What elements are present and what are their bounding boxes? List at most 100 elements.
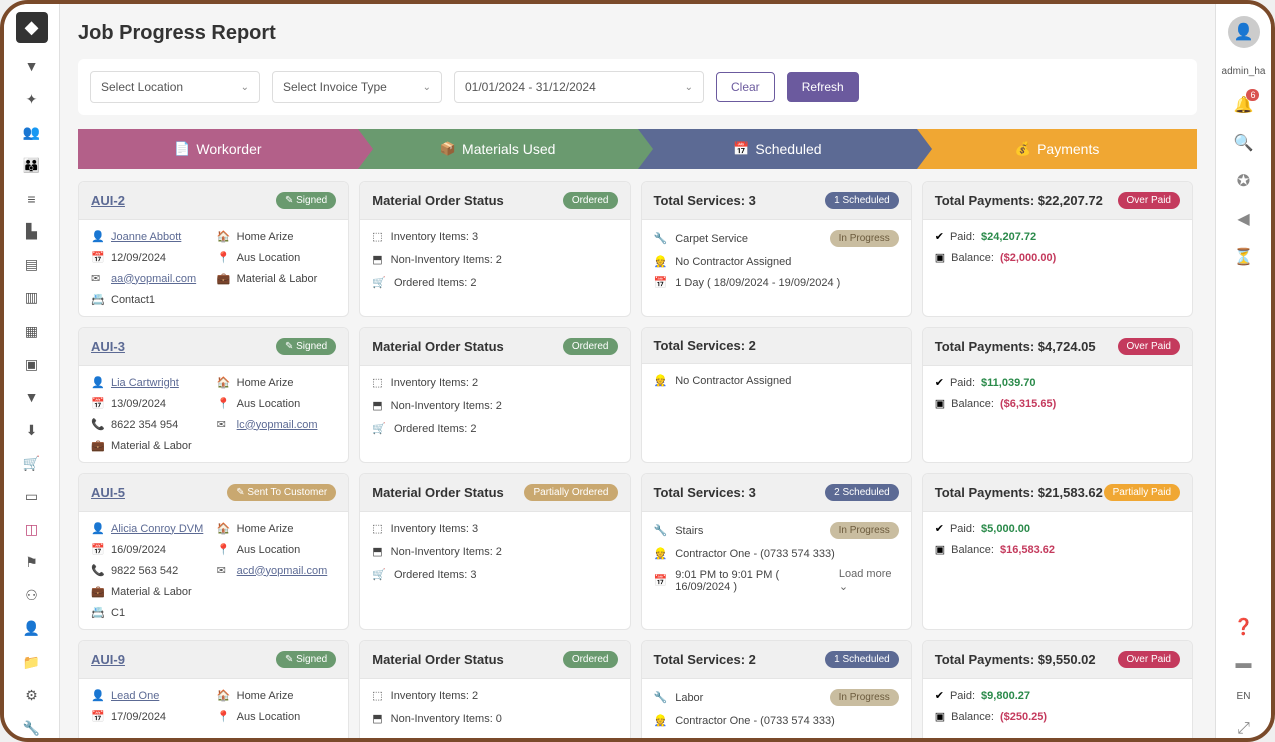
scheduled-card: Total Services: 32 Scheduled 🔧StairsIn P… (641, 473, 912, 630)
menu-icon[interactable]: ▬ (1236, 655, 1252, 673)
users-icon[interactable]: 👥 (22, 123, 42, 142)
noninventory-icon: ⬒ (372, 545, 382, 558)
gear-icon[interactable]: ⚙ (22, 686, 42, 705)
status-badge: Over Paid (1118, 192, 1180, 209)
avatar[interactable]: 👤 (1228, 16, 1260, 48)
email-link[interactable]: lc@yopmail.com (237, 419, 318, 431)
file-icon: 📄 (174, 141, 190, 157)
sidebar-left: ◆ ▼ ✦ 👥 👪 ≡ ▙ ▤ ▥ ▦ ▣ ▼ ⬇ 🛒 ▭ ◫ ⚑ ⚇ 👤 📁 … (4, 4, 60, 738)
send-icon[interactable]: ◀ (1237, 209, 1249, 229)
date-range-select[interactable]: 01/01/2024 - 31/12/2024⌄ (454, 71, 704, 103)
status-badge: Partially Paid (1104, 484, 1180, 501)
con-icon: 👷 (654, 255, 668, 268)
cal-icon: 📅 (654, 574, 668, 587)
noninventory-icon: ⬒ (372, 712, 382, 725)
status-badge: Ordered (563, 651, 618, 668)
notification-count: 6 (1246, 89, 1259, 101)
workorder-id-link[interactable]: AUI-5 (91, 485, 125, 500)
email-link[interactable]: acd@yopmail.com (237, 565, 328, 577)
doc3-icon[interactable]: ▦ (22, 321, 42, 340)
customer-link[interactable]: Joanne Abbott (111, 231, 181, 243)
invoice-type-select[interactable]: Select Invoice Type⌄ (272, 71, 442, 103)
app-logo[interactable]: ◆ (16, 12, 48, 43)
pin-icon: 📍 (217, 710, 231, 723)
tab-payments[interactable]: 💰Payments (917, 129, 1197, 169)
workorder-id-link[interactable]: AUI-3 (91, 339, 125, 354)
person-icon[interactable]: ⚇ (22, 586, 42, 605)
status-badge: ✎ Signed (276, 338, 336, 355)
briefcase-icon: 💼 (91, 439, 105, 452)
doc2-icon[interactable]: ▥ (22, 288, 42, 307)
screen-icon[interactable]: ▭ (22, 487, 42, 506)
team-icon[interactable]: 👪 (22, 156, 42, 175)
customer-link[interactable]: Lia Cartwright (111, 377, 179, 389)
lang-code[interactable]: EN (1237, 691, 1251, 702)
flag-icon[interactable]: ⚑ (22, 553, 42, 572)
wrench-icon[interactable]: 🔧 (22, 719, 42, 738)
paid-amount: $24,207.72 (981, 231, 1036, 243)
svc-icon: 🔧 (654, 524, 668, 537)
bar-icon[interactable]: ▙ (22, 222, 42, 241)
clear-button[interactable]: Clear (716, 72, 775, 102)
refresh-button[interactable]: Refresh (787, 72, 859, 102)
tab-workorder[interactable]: 📄Workorder (78, 129, 358, 169)
folder-icon[interactable]: 📁 (22, 653, 42, 672)
box-icon: 📦 (440, 141, 456, 157)
filter-icon[interactable]: ▼ (22, 57, 42, 76)
materials-card: Material Order StatusOrdered ⬚Inventory … (359, 640, 630, 738)
payments-card: Total Payments: $9,550.02Over Paid ✔Paid… (922, 640, 1193, 738)
box-icon[interactable]: ▼ (22, 388, 42, 407)
balance-icon: ▣ (935, 397, 945, 410)
con-icon: 👷 (654, 547, 668, 560)
cart-icon: 🛒 (372, 568, 386, 581)
status-badge: 2 Scheduled (825, 484, 899, 501)
home-icon: 🏠 (217, 376, 231, 389)
status-badge: 1 Scheduled (825, 192, 899, 209)
cal-icon: 📅 (654, 276, 668, 289)
report-icon[interactable]: ◫ (22, 520, 42, 539)
paid-amount: $5,000.00 (981, 523, 1030, 535)
expand-icon[interactable]: ⤢ (1237, 720, 1250, 738)
cart-icon[interactable]: 🛒 (22, 454, 42, 473)
workorder-card: AUI-2✎ Signed 👤Joanne Abbott 🏠Home Arize… (78, 181, 349, 317)
svc-icon: 🔧 (654, 691, 668, 704)
pin-icon: 📍 (217, 397, 231, 410)
briefcase-icon[interactable]: ▣ (22, 355, 42, 374)
list-icon[interactable]: ≡ (22, 189, 42, 208)
payments-card: Total Payments: $21,583.62Partially Paid… (922, 473, 1193, 630)
email-icon: ✉ (91, 272, 105, 285)
customer-link[interactable]: Lead One (111, 690, 159, 702)
tab-materials[interactable]: 📦Materials Used (358, 129, 638, 169)
add-icon[interactable]: ✪ (1237, 171, 1250, 191)
doc1-icon[interactable]: ▤ (22, 255, 42, 274)
load-more-button[interactable]: Load more ⌄ (839, 568, 899, 593)
chart-icon[interactable]: ✦ (22, 90, 42, 109)
workorder-card: AUI-9✎ Signed 👤Lead One 🏠Home Arize 📅17/… (78, 640, 349, 738)
payments-card: Total Payments: $4,724.05Over Paid ✔Paid… (922, 327, 1193, 463)
check-icon: ✔ (935, 522, 944, 535)
user-icon[interactable]: 👤 (22, 619, 42, 638)
help-icon[interactable]: ❓ (1234, 617, 1254, 637)
user-name: admin_ha (1222, 66, 1266, 77)
workorder-id-link[interactable]: AUI-2 (91, 193, 125, 208)
email-link[interactable]: aa@yopmail.com (111, 273, 196, 285)
calendar-icon: 📅 (91, 251, 105, 264)
payments-card: Total Payments: $22,207.72Over Paid ✔Pai… (922, 181, 1193, 317)
search-icon[interactable]: 🔍 (1234, 133, 1254, 153)
location-select[interactable]: Select Location⌄ (90, 71, 260, 103)
check-icon: ✔ (935, 230, 944, 243)
tab-scheduled[interactable]: 📅Scheduled (638, 129, 918, 169)
workorder-card: AUI-5✎ Sent To Customer 👤Alicia Conroy D… (78, 473, 349, 630)
hourglass-icon[interactable]: ⏳ (1234, 247, 1254, 267)
calendar-icon: 📅 (733, 141, 749, 157)
person-icon: 👤 (91, 689, 105, 702)
workorder-id-link[interactable]: AUI-9 (91, 652, 125, 667)
customer-link[interactable]: Alicia Conroy DVM (111, 523, 203, 535)
chevron-down-icon: ⌄ (423, 82, 431, 93)
paid-amount: $11,039.70 (981, 377, 1035, 389)
notifications-button[interactable]: 🔔 6 (1234, 95, 1254, 115)
balance-amount: ($6,315.65) (1000, 398, 1056, 410)
status-badge: Over Paid (1118, 338, 1180, 355)
download-icon[interactable]: ⬇ (22, 421, 42, 440)
paid-amount: $9,800.27 (981, 690, 1030, 702)
